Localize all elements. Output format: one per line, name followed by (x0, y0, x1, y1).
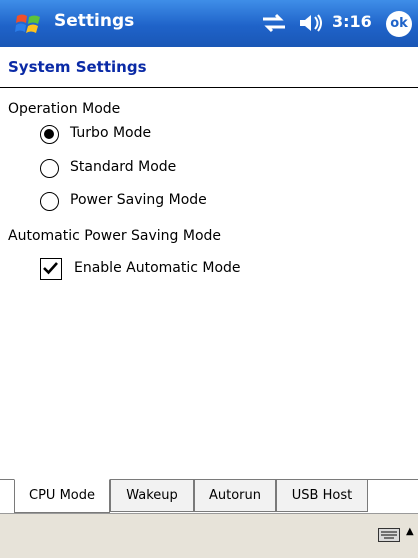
keyboard-icon[interactable] (378, 528, 400, 542)
radio-button[interactable] (40, 192, 59, 211)
menu-bar: ▲ (0, 513, 418, 558)
operation-mode-label: Operation Mode (8, 101, 121, 117)
header-divider (0, 87, 418, 88)
checkbox-label: Enable Automatic Mode (74, 260, 241, 276)
tab-wakeup[interactable]: Wakeup (110, 480, 194, 512)
auto-power-label: Automatic Power Saving Mode (8, 228, 222, 244)
title-bar: Settings 3:16 ok (0, 0, 418, 47)
speaker-icon[interactable] (298, 13, 324, 33)
checkmark-icon (43, 262, 58, 275)
checkbox[interactable] (40, 258, 62, 280)
tab-autorun[interactable]: Autorun (194, 480, 276, 512)
radio-label: Standard Mode (70, 159, 177, 175)
tab-strip: CPU Mode Wakeup Autorun USB Host (0, 479, 418, 514)
radio-button-selected[interactable] (40, 125, 59, 144)
windows-flag-icon[interactable] (14, 10, 44, 38)
app-title: Settings (54, 11, 135, 31)
connectivity-icon[interactable] (260, 13, 288, 33)
input-menu-arrow-icon[interactable]: ▲ (406, 526, 414, 537)
radio-button[interactable] (40, 159, 59, 178)
tab-cpu-mode[interactable]: CPU Mode (14, 479, 110, 513)
radio-label: Turbo Mode (70, 125, 152, 141)
ok-button[interactable]: ok (386, 11, 412, 37)
clock[interactable]: 3:16 (332, 12, 372, 31)
radio-label: Power Saving Mode (70, 192, 207, 208)
page-title: System Settings (8, 58, 147, 76)
tab-usb-host[interactable]: USB Host (276, 480, 368, 512)
